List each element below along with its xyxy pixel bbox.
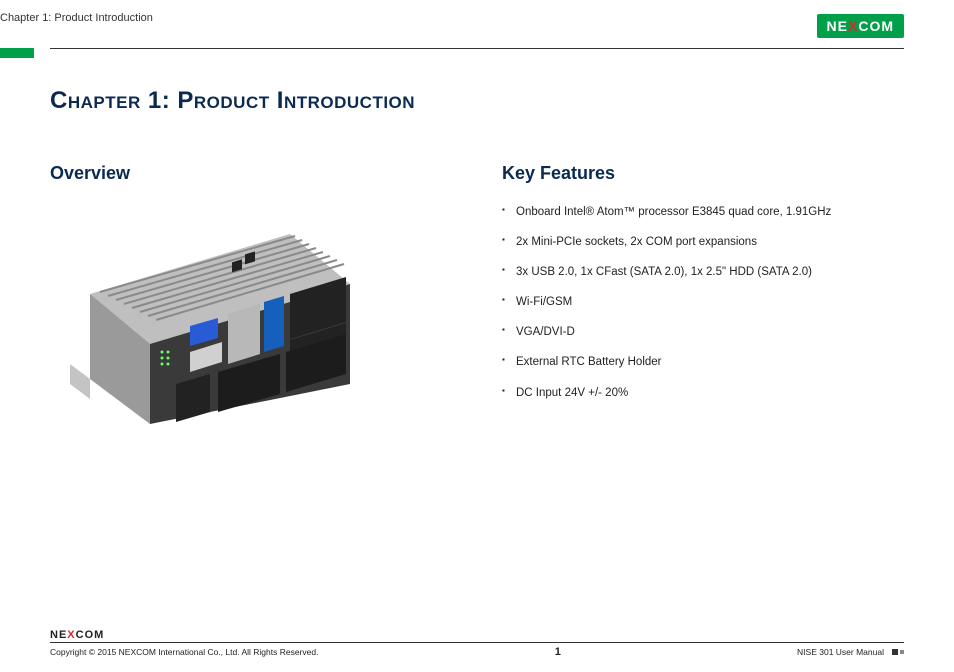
logo-text-post: COM	[858, 18, 894, 34]
list-item: VGA/DVI-D	[502, 324, 904, 340]
page-footer: NEXCOM Copyright © 2015 NEXCOM Internati…	[50, 629, 904, 658]
breadcrumb: Chapter 1: Product Introduction	[0, 12, 153, 24]
features-heading: Key Features	[502, 163, 904, 184]
footer-logo-post: COM	[76, 629, 105, 641]
list-item: External RTC Battery Holder	[502, 354, 904, 370]
page-header: Chapter 1: Product Introduction NEXCOM	[0, 0, 954, 46]
footer-logo-x: X	[67, 629, 75, 641]
list-item: DC Input 24V +/- 20%	[502, 385, 904, 401]
overview-heading: Overview	[50, 163, 452, 184]
page-content: Chapter 1: Product Introduction Overview	[0, 49, 954, 434]
footer-divider	[50, 642, 904, 643]
overview-column: Overview	[50, 163, 452, 434]
feature-list: Onboard Intel® Atom™ processor E3845 qua…	[502, 204, 904, 401]
page-number: 1	[555, 646, 561, 658]
header-left: Chapter 1: Product Introduction	[50, 14, 153, 26]
product-image	[50, 214, 370, 434]
list-item: Wi-Fi/GSM	[502, 294, 904, 310]
list-item: 3x USB 2.0, 1x CFast (SATA 2.0), 1x 2.5"…	[502, 264, 904, 280]
footer-row: Copyright © 2015 NEXCOM International Co…	[50, 646, 904, 658]
logo-text-pre: NE	[827, 18, 848, 34]
chapter-title: Chapter 1: Product Introduction	[50, 87, 904, 115]
footer-logo: NEXCOM	[50, 629, 904, 641]
content-columns: Overview	[50, 163, 904, 434]
list-item: Onboard Intel® Atom™ processor E3845 qua…	[502, 204, 904, 220]
doc-title: NISE 301 User Manual	[797, 647, 884, 657]
product-illustration	[50, 214, 370, 434]
copyright-text: Copyright © 2015 NEXCOM International Co…	[50, 647, 318, 657]
logo-text-x: X	[848, 18, 858, 34]
list-item: 2x Mini-PCIe sockets, 2x COM port expans…	[502, 234, 904, 250]
footer-decoration-icon	[892, 649, 904, 655]
footer-logo-pre: NE	[50, 629, 67, 641]
brand-logo: NEXCOM	[817, 14, 904, 38]
section-tab	[0, 48, 34, 58]
features-column: Key Features Onboard Intel® Atom™ proces…	[502, 163, 904, 434]
